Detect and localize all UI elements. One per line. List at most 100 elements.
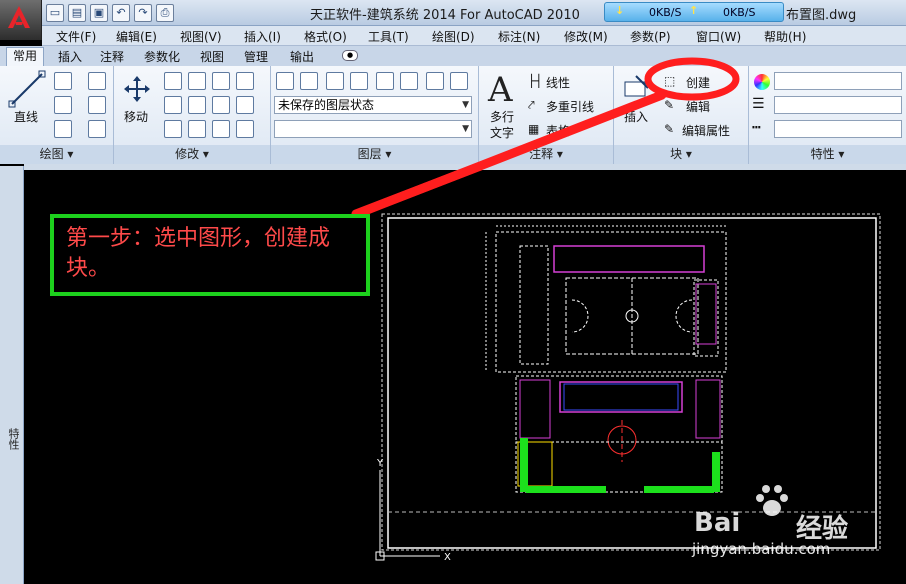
- lineweight-dropdown[interactable]: [774, 96, 902, 114]
- menu-insert[interactable]: 插入(I): [244, 28, 281, 45]
- undo-icon[interactable]: ↶: [112, 4, 130, 22]
- layer-match-icon[interactable]: [326, 72, 344, 90]
- upload-speed: 0KB/S: [723, 6, 756, 19]
- extend-icon[interactable]: [212, 72, 230, 90]
- color-dropdown[interactable]: [774, 72, 902, 90]
- tab-view[interactable]: 视图: [200, 48, 224, 65]
- upload-arrow-icon: ↑: [689, 4, 699, 17]
- erase-icon[interactable]: [236, 72, 254, 90]
- svg-text:X: X: [444, 552, 451, 563]
- print-icon[interactable]: ⎙: [156, 4, 174, 22]
- menu-tools[interactable]: 工具(T): [368, 28, 409, 45]
- tab-annotate[interactable]: 注释: [100, 48, 124, 65]
- layer-freeze-icon[interactable]: [376, 72, 394, 90]
- edit-block-label[interactable]: 编辑: [686, 98, 710, 115]
- tab-insert[interactable]: 插入: [58, 48, 82, 65]
- menu-window[interactable]: 窗口(W): [696, 28, 741, 45]
- group-label-properties[interactable]: 特性 ▾: [749, 145, 906, 164]
- explode-icon[interactable]: [236, 96, 254, 114]
- stretch-icon[interactable]: [164, 120, 182, 138]
- group-label-annotation[interactable]: 注释 ▾: [479, 145, 613, 164]
- rotate-icon[interactable]: [164, 72, 182, 90]
- layer-dropdown[interactable]: ▼: [274, 120, 472, 138]
- lineweight-icon[interactable]: ☰: [752, 96, 765, 112]
- tab-manage[interactable]: 管理: [244, 48, 268, 65]
- color-wheel-icon[interactable]: [754, 74, 770, 90]
- menu-modify[interactable]: 修改(M): [564, 28, 608, 45]
- layer-properties-icon[interactable]: [276, 72, 294, 90]
- save-icon[interactable]: ▣: [90, 4, 108, 22]
- mleader-icon[interactable]: ⤤: [528, 98, 535, 113]
- dim-linear-label[interactable]: 线性: [546, 74, 570, 91]
- properties-palette-label: 特性: [7, 428, 20, 450]
- group-label-draw[interactable]: 绘图 ▾: [0, 145, 113, 164]
- layer-isolate-icon[interactable]: [350, 72, 368, 90]
- layer-walk-icon[interactable]: [450, 72, 468, 90]
- group-label-layer[interactable]: 图层 ▾: [271, 145, 478, 164]
- create-block-label[interactable]: 创建: [686, 74, 710, 91]
- linetype-icon[interactable]: ┅: [752, 120, 760, 136]
- ellipse-icon[interactable]: [54, 120, 72, 138]
- edit-block-icon[interactable]: ✎: [664, 98, 674, 112]
- title-bar: ▭ ▤ ▣ ↶ ↷ ⎙ 天正软件-建筑系统 2014 For AutoCAD 2…: [0, 0, 906, 26]
- table-icon[interactable]: ▦: [528, 122, 539, 136]
- arc-icon[interactable]: [88, 72, 106, 90]
- open-file-icon[interactable]: ▤: [68, 4, 86, 22]
- menu-format[interactable]: 格式(O): [304, 28, 347, 45]
- hatch-icon[interactable]: [88, 120, 106, 138]
- dim-linear-icon[interactable]: ├┤: [528, 74, 542, 88]
- circle-icon[interactable]: [54, 96, 72, 114]
- group-label-block[interactable]: 块 ▾: [614, 145, 748, 164]
- window-title: 天正软件-建筑系统 2014 For AutoCAD 2010: [310, 8, 580, 23]
- mirror-icon[interactable]: [188, 96, 206, 114]
- tab-parametric[interactable]: 参数化: [144, 48, 180, 65]
- group-label-modify[interactable]: 修改 ▾: [114, 145, 270, 164]
- application-menu-button[interactable]: [0, 0, 42, 40]
- menu-dimension[interactable]: 标注(N): [498, 28, 540, 45]
- multiline-text-icon[interactable]: A: [488, 70, 513, 110]
- offset-icon[interactable]: [236, 120, 254, 138]
- rectangle-icon[interactable]: [88, 96, 106, 114]
- new-file-icon[interactable]: ▭: [46, 4, 64, 22]
- paw-icon: [756, 485, 788, 516]
- scale-icon[interactable]: [188, 120, 206, 138]
- line-tool-icon[interactable]: [8, 70, 46, 108]
- menu-parameters[interactable]: 参数(P): [630, 28, 671, 45]
- quick-access-toolbar: ▭ ▤ ▣ ↶ ↷ ⎙: [46, 3, 174, 23]
- menu-draw[interactable]: 绘图(D): [432, 28, 475, 45]
- network-speed-widget: ↓ 0KB/S ↑ 0KB/S: [604, 2, 784, 22]
- edit-attributes-label[interactable]: 编辑属性: [682, 122, 730, 139]
- mleader-label[interactable]: 多重引线: [546, 98, 594, 115]
- array-icon[interactable]: [212, 120, 230, 138]
- copy-icon[interactable]: [164, 96, 182, 114]
- menu-edit[interactable]: 编辑(E): [116, 28, 157, 45]
- menu-help[interactable]: 帮助(H): [764, 28, 806, 45]
- layer-off-icon[interactable]: [400, 72, 418, 90]
- polyline-icon[interactable]: [54, 72, 72, 90]
- edit-attributes-icon[interactable]: ✎: [664, 122, 674, 136]
- watermark-url: jingyan.baidu.com: [692, 540, 831, 558]
- table-label[interactable]: 表格: [546, 122, 570, 139]
- insert-block-label: 插入: [624, 110, 649, 124]
- fillet-icon[interactable]: [212, 96, 230, 114]
- redo-icon[interactable]: ↷: [134, 4, 152, 22]
- layer-lock-icon[interactable]: [426, 72, 444, 90]
- create-block-icon[interactable]: ⬚: [664, 74, 675, 88]
- menu-file[interactable]: 文件(F): [56, 28, 96, 45]
- ribbon-minimize-toggle[interactable]: ●: [342, 50, 358, 61]
- ribbon-tabs: 常用 插入 注释 参数化 视图 管理 输出 ●: [0, 46, 906, 66]
- move-tool-icon[interactable]: [122, 74, 152, 104]
- multiline-text-label2: 文字: [490, 126, 515, 140]
- move-tool-label: 移动: [124, 110, 149, 124]
- baidu-watermark: Bai 经验 jingyan.baidu.com: [686, 478, 896, 578]
- trim-icon[interactable]: [188, 72, 206, 90]
- menu-view[interactable]: 视图(V): [180, 28, 222, 45]
- properties-palette-collapsed[interactable]: 特性: [0, 166, 24, 584]
- layer-state-dropdown[interactable]: 未保存的图层状态 ▼: [274, 96, 472, 114]
- linetype-dropdown[interactable]: [774, 120, 902, 138]
- layer-state-icon[interactable]: [300, 72, 318, 90]
- tab-home[interactable]: 常用: [6, 47, 45, 66]
- watermark-brand: Bai: [694, 508, 741, 538]
- insert-block-icon[interactable]: [622, 72, 654, 104]
- tab-output[interactable]: 输出: [290, 48, 314, 65]
